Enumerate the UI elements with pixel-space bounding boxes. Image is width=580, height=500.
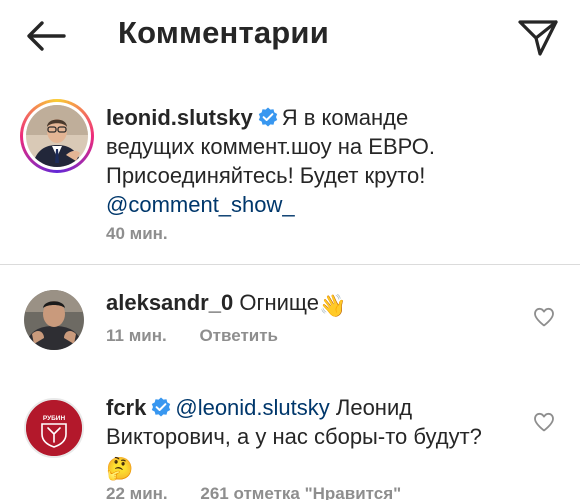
avatar-story-ring[interactable] bbox=[20, 99, 94, 173]
back-button[interactable] bbox=[20, 16, 68, 56]
page-title: Комментарии bbox=[118, 15, 329, 50]
like-button[interactable] bbox=[532, 305, 556, 329]
comment-username[interactable]: fcrk bbox=[106, 395, 146, 420]
comment-username[interactable]: aleksandr_0 bbox=[106, 290, 233, 315]
caption-text: leonid.slutsky Я в команде ведущих комме… bbox=[106, 103, 476, 219]
share-button[interactable] bbox=[516, 14, 560, 58]
reply-button[interactable]: Ответить bbox=[199, 326, 278, 345]
verified-badge-icon bbox=[152, 397, 171, 417]
thinking-face-emoji: 🤔 bbox=[106, 456, 134, 481]
verified-badge-icon bbox=[258, 107, 277, 127]
heart-outline-icon bbox=[534, 412, 554, 432]
comment-timestamp: 11 мин. bbox=[106, 326, 167, 345]
comment-timestamp: 22 мин. bbox=[106, 484, 168, 500]
avatar bbox=[26, 105, 88, 167]
caption-username[interactable]: leonid.slutsky bbox=[106, 105, 253, 130]
heart-outline-icon bbox=[534, 307, 554, 327]
caption-mention-link[interactable]: @comment_show_ bbox=[106, 192, 295, 217]
avatar[interactable] bbox=[24, 290, 84, 350]
avatar[interactable]: РУБИН bbox=[24, 398, 84, 458]
comment-text: aleksandr_0 Огнище👋 bbox=[106, 288, 516, 320]
comment-mention-link[interactable]: @leonid.slutsky bbox=[175, 395, 329, 420]
paper-plane-icon bbox=[518, 20, 558, 56]
comment-text: fcrk @leonid.slutsky Леонид Викторович, … bbox=[106, 393, 516, 483]
likes-count[interactable]: 261 отметка "Нравится" bbox=[200, 484, 401, 500]
fcrk-logo-text: РУБИН bbox=[43, 415, 66, 422]
caption-meta: 40 мин. bbox=[106, 224, 196, 244]
like-button[interactable] bbox=[532, 410, 556, 434]
arrow-left-icon bbox=[27, 21, 66, 51]
comment-body: Огнище bbox=[239, 290, 319, 315]
divider bbox=[0, 264, 580, 265]
caption-timestamp: 40 мин. bbox=[106, 224, 168, 243]
comment-meta: 22 мин. 261 отметка "Нравится" bbox=[106, 484, 429, 500]
comment-meta: 11 мин. Ответить bbox=[106, 326, 306, 346]
waving-hand-emoji: 👋 bbox=[319, 293, 347, 318]
top-bar: Комментарии bbox=[0, 0, 580, 72]
